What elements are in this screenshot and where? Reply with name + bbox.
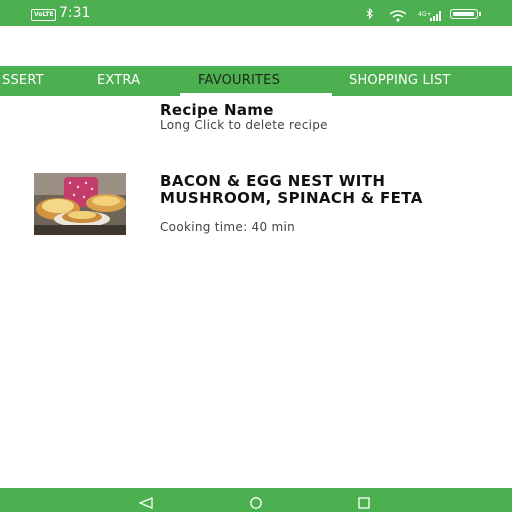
system-nav-bar	[0, 488, 512, 512]
wifi-icon	[389, 7, 407, 22]
recipe-photo	[34, 173, 126, 235]
tab-indicator	[180, 93, 332, 96]
delete-hint: Long Click to delete recipe	[160, 118, 328, 132]
tab-shopping-list[interactable]: SHOPPING LIST	[349, 73, 451, 89]
recipe-cooking-time: Cooking time: 40 min	[160, 220, 296, 234]
battery-level	[453, 12, 474, 16]
battery-icon	[450, 9, 478, 19]
signal-icon: 4G+	[418, 7, 444, 21]
recipe-list-item[interactable]: BACON & EGG NEST WITH MUSHROOM, SPINACH …	[0, 168, 512, 244]
volte-badge: VoLTE	[31, 9, 57, 21]
status-bar: VoLTE 7:31 4G+	[0, 0, 512, 26]
tab-extra[interactable]: EXTRA	[97, 73, 140, 89]
back-icon[interactable]	[138, 494, 154, 509]
battery-tip	[479, 12, 481, 16]
tab-dessert[interactable]: SSERT	[2, 73, 44, 89]
home-icon[interactable]	[248, 494, 264, 509]
network-type-label: 4G+	[418, 11, 432, 18]
recipe-title: BACON & EGG NEST WITH MUSHROOM, SPINACH …	[160, 172, 423, 207]
recents-icon[interactable]	[356, 494, 372, 509]
recipe-thumbnail	[34, 173, 126, 235]
clock: 7:31	[59, 5, 91, 21]
tab-favourites[interactable]: FAVOURITES	[198, 73, 280, 89]
list-header-title: Recipe Name	[160, 101, 274, 119]
bluetooth-icon	[366, 7, 374, 22]
tab-bar: SSERT EXTRA FAVOURITES SHOPPING LIST	[0, 66, 512, 96]
